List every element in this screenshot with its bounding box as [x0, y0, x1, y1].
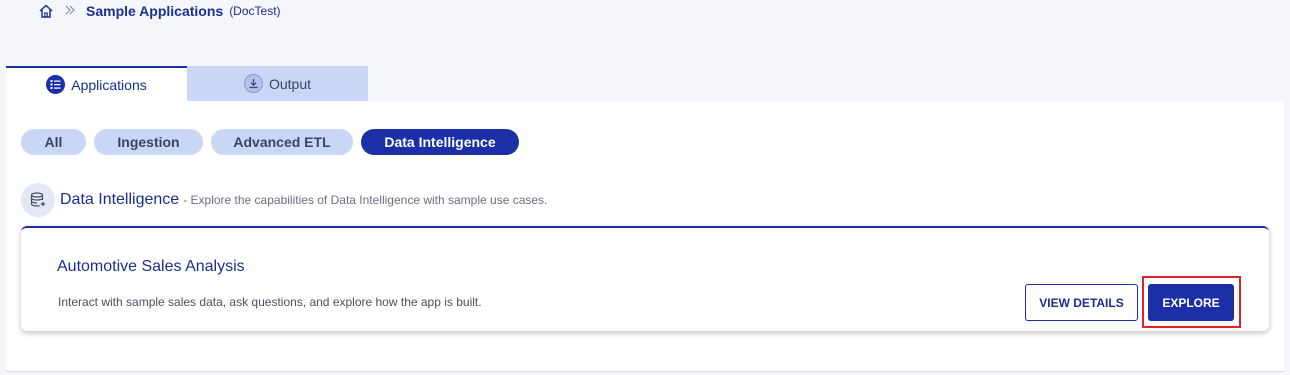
app-card-title[interactable]: Automotive Sales Analysis [57, 258, 245, 276]
database-sparkle-icon [21, 183, 55, 217]
breadcrumb-subtitle: (DocTest) [229, 4, 281, 18]
section-title: Data Intelligence [60, 191, 180, 208]
tab-bar: Applications Output [6, 66, 368, 101]
applications-panel: All Ingestion Advanced ETL Data Intellig… [6, 101, 1284, 372]
breadcrumb: Sample Applications (DocTest) [38, 2, 281, 20]
tab-output[interactable]: Output [187, 66, 368, 101]
list-icon [46, 75, 66, 94]
filter-chip-ingestion[interactable]: Ingestion [94, 129, 203, 155]
section-description: - Explore the capabilities of Data Intel… [183, 193, 548, 207]
filter-chips: All Ingestion Advanced ETL Data Intellig… [21, 129, 519, 155]
double-chevron-right-icon [64, 4, 76, 19]
home-icon[interactable] [38, 3, 54, 19]
filter-chip-advanced-etl[interactable]: Advanced ETL [211, 129, 353, 155]
tab-applications[interactable]: Applications [6, 66, 187, 101]
section-header: Data Intelligence - Explore the capabili… [21, 183, 547, 217]
app-card: Automotive Sales Analysis Interact with … [21, 226, 1269, 331]
filter-chip-data-intelligence[interactable]: Data Intelligence [361, 129, 519, 155]
filter-chip-all[interactable]: All [21, 129, 86, 155]
breadcrumb-title[interactable]: Sample Applications [86, 3, 223, 19]
app-card-description: Interact with sample sales data, ask que… [58, 295, 482, 309]
tab-applications-label: Applications [71, 76, 147, 93]
view-details-button[interactable]: VIEW DETAILS [1025, 284, 1138, 321]
download-icon [243, 74, 263, 93]
tab-output-label: Output [268, 75, 312, 92]
explore-button[interactable]: EXPLORE [1148, 284, 1234, 321]
